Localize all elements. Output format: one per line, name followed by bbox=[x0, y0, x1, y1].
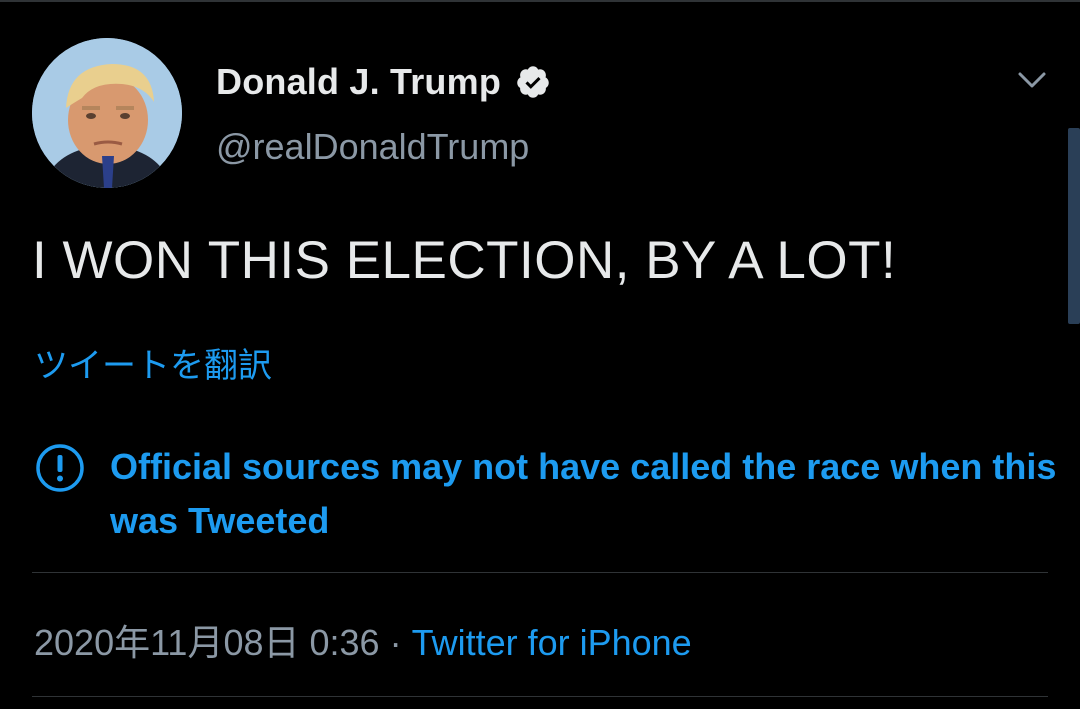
tweet-text: I WON THIS ELECTION, BY A LOT! bbox=[32, 231, 897, 290]
avatar[interactable] bbox=[32, 38, 182, 188]
election-notice-text[interactable]: Official sources may not have called the… bbox=[110, 440, 1060, 548]
exclamation-circle-icon bbox=[36, 444, 84, 492]
election-notice[interactable]: Official sources may not have called the… bbox=[34, 440, 1064, 548]
verified-badge-icon bbox=[517, 66, 549, 98]
author-handle[interactable]: @realDonaldTrump bbox=[216, 126, 529, 168]
divider bbox=[32, 572, 1048, 573]
tweet-source-link[interactable]: Twitter for iPhone bbox=[412, 622, 692, 663]
divider bbox=[32, 696, 1048, 697]
tweet-timestamp[interactable]: 2020年11月08日 0:36 bbox=[34, 622, 380, 663]
author-display-name[interactable]: Donald J. Trump bbox=[216, 61, 501, 103]
meta-separator: · bbox=[389, 622, 402, 663]
scrollbar[interactable] bbox=[1068, 128, 1080, 324]
translate-tweet-link[interactable]: ツイートを翻訳 bbox=[34, 338, 272, 387]
top-border bbox=[0, 0, 1080, 2]
author-name-row: Donald J. Trump bbox=[216, 56, 551, 108]
tweet-meta: 2020年11月08日 0:36 · Twitter for iPhone bbox=[34, 614, 692, 666]
chevron-down-icon[interactable] bbox=[1014, 62, 1050, 98]
avatar-image bbox=[32, 38, 182, 188]
